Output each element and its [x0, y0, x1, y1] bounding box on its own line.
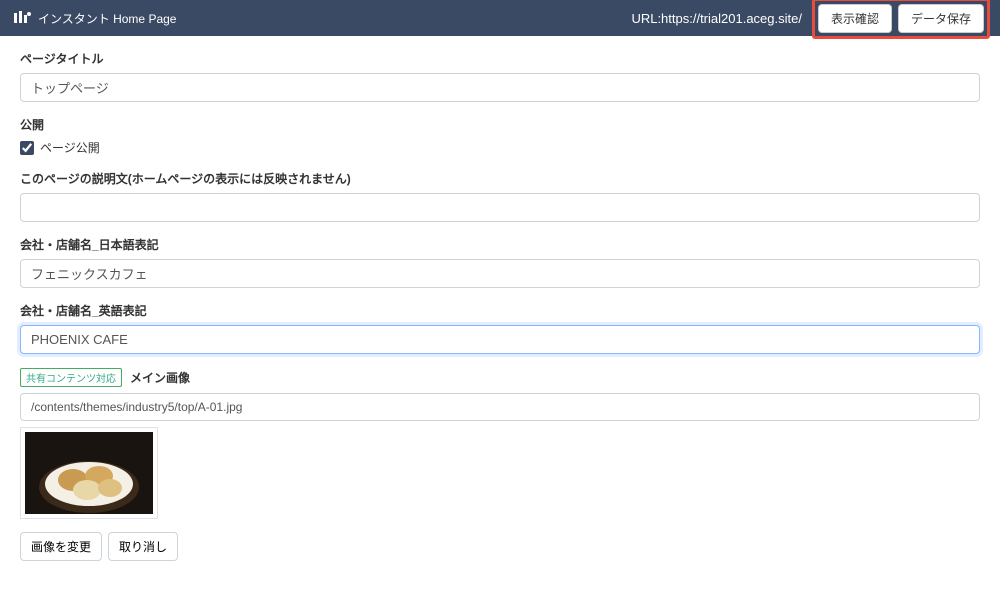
- image-thumbnail-wrap: [20, 427, 158, 519]
- app-header: インスタント Home Page URL:https://trial201.ac…: [0, 0, 1000, 36]
- preview-button[interactable]: 表示確認: [818, 4, 892, 33]
- logo-area: インスタント Home Page: [14, 10, 631, 27]
- publish-checkbox-label: ページ公開: [40, 139, 100, 156]
- app-title: インスタント Home Page: [38, 10, 176, 27]
- main-image-label: メイン画像: [130, 369, 190, 386]
- logo-icon: [14, 11, 32, 25]
- company-en-input[interactable]: [20, 325, 980, 354]
- company-jp-label: 会社・店舗名_日本語表記: [20, 236, 980, 253]
- main-image-label-row: 共有コンテンツ対応 メイン画像: [20, 368, 980, 387]
- image-thumbnail: [25, 432, 153, 514]
- content-area: ページタイトル 公開 ページ公開 このページの説明文(ホームページの表示には反映…: [0, 36, 1000, 589]
- cancel-button[interactable]: 取り消し: [108, 532, 178, 561]
- description-label: このページの説明文(ホームページの表示には反映されません): [20, 170, 980, 187]
- shared-content-badge: 共有コンテンツ対応: [20, 368, 122, 387]
- description-field: このページの説明文(ホームページの表示には反映されません): [20, 170, 980, 222]
- header-button-highlight: 表示確認 データ保存: [812, 0, 990, 39]
- company-jp-input[interactable]: [20, 259, 980, 288]
- publish-checkbox-row: ページ公開: [20, 139, 980, 156]
- main-image-field: 共有コンテンツ対応 メイン画像 /contents/themes/industr…: [20, 368, 980, 561]
- page-title-label: ページタイトル: [20, 50, 980, 67]
- image-path-display: /contents/themes/industry5/top/A-01.jpg: [20, 393, 980, 421]
- page-title-field: ページタイトル: [20, 50, 980, 102]
- change-image-button[interactable]: 画像を変更: [20, 532, 102, 561]
- publish-label: 公開: [20, 116, 980, 133]
- page-title-input[interactable]: [20, 73, 980, 102]
- save-button[interactable]: データ保存: [898, 4, 984, 33]
- publish-checkbox[interactable]: [20, 141, 34, 155]
- company-jp-field: 会社・店舗名_日本語表記: [20, 236, 980, 288]
- description-input[interactable]: [20, 193, 980, 222]
- url-display: URL:https://trial201.aceg.site/: [631, 11, 802, 26]
- image-button-row: 画像を変更 取り消し: [20, 532, 980, 561]
- company-en-field: 会社・店舗名_英語表記: [20, 302, 980, 354]
- company-en-label: 会社・店舗名_英語表記: [20, 302, 980, 319]
- publish-field: 公開 ページ公開: [20, 116, 980, 156]
